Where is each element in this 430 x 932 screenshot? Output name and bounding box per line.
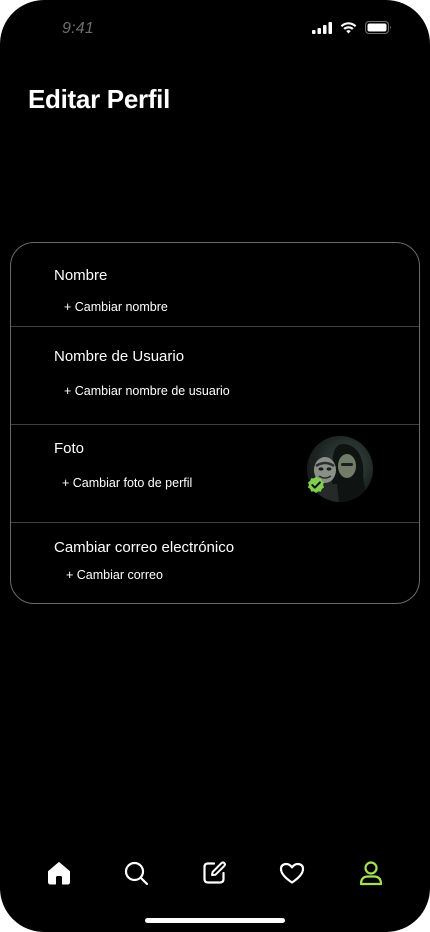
user-icon	[357, 859, 385, 892]
change-username-link[interactable]: + Cambiar nombre de usuario	[64, 384, 230, 398]
search-icon	[122, 859, 150, 892]
change-email-link[interactable]: + Cambiar correo	[66, 568, 163, 582]
home-icon	[45, 859, 73, 892]
nav-home[interactable]	[39, 855, 79, 895]
nav-favorites[interactable]	[272, 855, 312, 895]
photo-label: Foto	[54, 440, 85, 457]
username-label: Nombre de Usuario	[54, 348, 185, 365]
row-divider	[11, 522, 419, 523]
nav-edit[interactable]	[194, 855, 234, 895]
change-photo-link[interactable]: + Cambiar foto de perfil	[62, 476, 192, 490]
row-divider	[11, 326, 419, 327]
status-time: 9:41	[62, 20, 94, 37]
email-label: Cambiar correo electrónico	[54, 539, 235, 556]
verified-check-icon	[307, 476, 325, 494]
row-divider	[11, 424, 419, 425]
nav-search[interactable]	[116, 855, 156, 895]
name-label: Nombre	[54, 267, 108, 284]
home-indicator[interactable]	[145, 918, 285, 923]
battery-icon	[365, 21, 392, 34]
change-name-link[interactable]: + Cambiar nombre	[64, 300, 168, 314]
heart-icon	[278, 859, 306, 892]
bottom-navigation	[0, 855, 430, 895]
cellular-signal-icon	[312, 21, 332, 34]
nav-profile[interactable]	[351, 855, 391, 895]
status-icons	[312, 21, 392, 34]
phone-screen: 9:41 Editar Perfil Nombre + Cambiar nomb…	[0, 0, 430, 932]
wifi-icon	[340, 21, 357, 34]
profile-settings-card: Nombre + Cambiar nombre Nombre de Usuari…	[10, 242, 420, 604]
page-title: Editar Perfil	[28, 84, 171, 114]
edit-icon	[200, 859, 228, 892]
